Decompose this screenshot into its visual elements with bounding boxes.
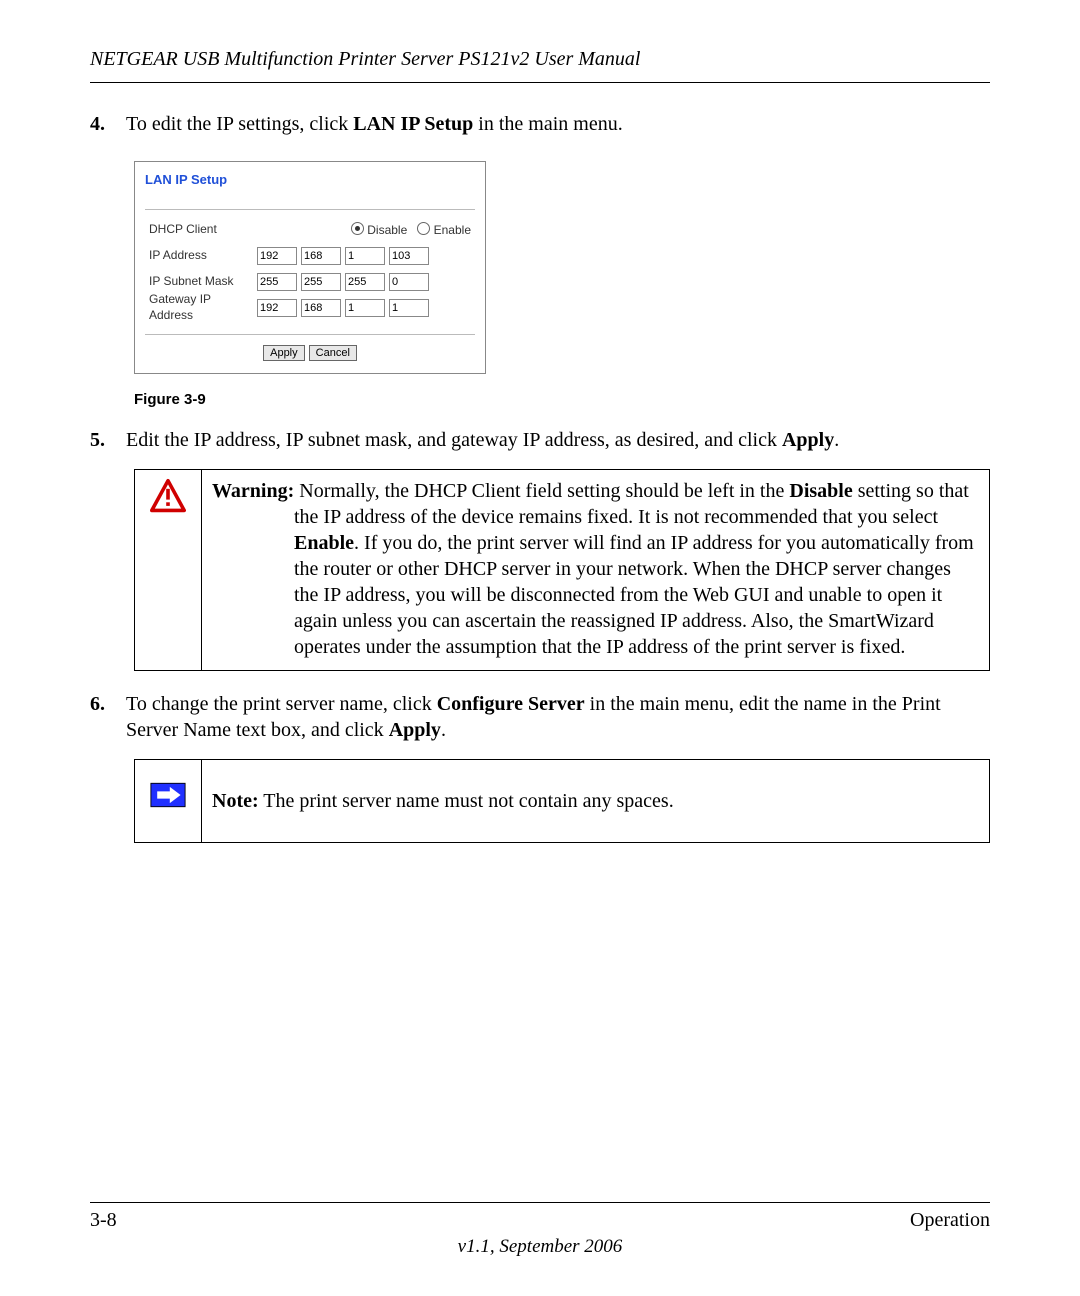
dhcp-enable-option[interactable]: Enable xyxy=(417,221,471,239)
text: . If you do, the print server will find … xyxy=(294,532,974,658)
step-4: 4. To edit the IP settings, click LAN IP… xyxy=(90,111,990,137)
bold-term: Apply xyxy=(389,719,441,741)
steps-list-2: 5. Edit the IP address, IP subnet mask, … xyxy=(90,427,990,453)
ip-address-label: IP Address xyxy=(149,248,257,264)
text: Normally, the DHCP Client field setting … xyxy=(294,480,789,502)
radio-unchecked-icon xyxy=(417,222,430,235)
gateway-fields xyxy=(257,299,429,317)
page-header: NETGEAR USB Multifunction Printer Server… xyxy=(90,46,990,83)
warning-label: Warning: xyxy=(212,480,294,502)
steps-list-3: 6. To change the print server name, clic… xyxy=(90,691,990,743)
step-6: 6. To change the print server name, clic… xyxy=(90,691,990,743)
mask-octet-2[interactable] xyxy=(301,273,341,291)
warning-icon xyxy=(150,478,186,514)
note-callout: Note: The print server name must not con… xyxy=(134,759,990,843)
note-text: Note: The print server name must not con… xyxy=(202,760,989,842)
step-text: To edit the IP settings, click LAN IP Se… xyxy=(126,111,990,137)
figure-caption: Figure 3-9 xyxy=(134,390,990,410)
subnet-label: IP Subnet Mask xyxy=(149,274,257,290)
footer-row: 3-8 Operation xyxy=(90,1207,990,1233)
step-number: 4. xyxy=(90,111,126,137)
gateway-label: Gateway IP Address xyxy=(149,292,257,323)
step-text: To change the print server name, click C… xyxy=(126,691,990,743)
gw-octet-4[interactable] xyxy=(389,299,429,317)
warning-callout: Warning: Normally, the DHCP Client field… xyxy=(134,469,990,671)
footer-rule xyxy=(90,1202,990,1203)
radio-checked-icon xyxy=(351,222,364,235)
text: in the main menu. xyxy=(473,113,622,135)
apply-button[interactable]: Apply xyxy=(263,345,305,361)
gw-octet-2[interactable] xyxy=(301,299,341,317)
ip-octet-4[interactable] xyxy=(389,247,429,265)
dhcp-radio-group: Disable Enable xyxy=(257,221,471,239)
step-number: 5. xyxy=(90,427,126,453)
step-text: Edit the IP address, IP subnet mask, and… xyxy=(126,427,990,453)
subnet-row: IP Subnet Mask xyxy=(149,272,471,292)
panel-title: LAN IP Setup xyxy=(145,172,475,189)
bold-term: Apply xyxy=(782,429,834,451)
text: . xyxy=(441,719,446,741)
gw-octet-3[interactable] xyxy=(345,299,385,317)
ip-address-row: IP Address xyxy=(149,246,471,266)
ip-address-fields xyxy=(257,247,429,265)
radio-label: Enable xyxy=(434,223,471,237)
subnet-fields xyxy=(257,273,429,291)
text: . xyxy=(834,429,839,451)
ip-octet-3[interactable] xyxy=(345,247,385,265)
cancel-button[interactable]: Cancel xyxy=(309,345,357,361)
dhcp-label: DHCP Client xyxy=(149,222,257,238)
dhcp-disable-option[interactable]: Disable xyxy=(351,221,407,239)
panel-buttons: Apply Cancel xyxy=(145,345,475,361)
arrow-note-icon xyxy=(150,782,186,808)
step-5: 5. Edit the IP address, IP subnet mask, … xyxy=(90,427,990,453)
mask-octet-3[interactable] xyxy=(345,273,385,291)
lan-ip-setup-panel: LAN IP Setup DHCP Client Disable Enable … xyxy=(134,161,486,374)
bold-term: Disable xyxy=(789,480,852,502)
ip-octet-1[interactable] xyxy=(257,247,297,265)
bold-term: Enable xyxy=(294,532,354,554)
text: To change the print server name, click xyxy=(126,693,437,715)
steps-list: 4. To edit the IP settings, click LAN IP… xyxy=(90,111,990,137)
version-date: v1.1, September 2006 xyxy=(90,1235,990,1260)
chapter-name: Operation xyxy=(910,1207,990,1233)
text: To edit the IP settings, click xyxy=(126,113,353,135)
note-icon-cell xyxy=(135,760,202,842)
figure-lan-ip-setup: LAN IP Setup DHCP Client Disable Enable … xyxy=(134,161,990,374)
page-footer: 3-8 Operation v1.1, September 2006 xyxy=(90,1202,990,1260)
step-number: 6. xyxy=(90,691,126,743)
bold-term: Configure Server xyxy=(437,693,585,715)
mask-octet-1[interactable] xyxy=(257,273,297,291)
manual-page: NETGEAR USB Multifunction Printer Server… xyxy=(0,0,1080,1296)
ip-octet-2[interactable] xyxy=(301,247,341,265)
note-label: Note: xyxy=(212,790,259,812)
mask-octet-4[interactable] xyxy=(389,273,429,291)
gw-octet-1[interactable] xyxy=(257,299,297,317)
text: The print server name must not contain a… xyxy=(259,790,674,812)
radio-label: Disable xyxy=(367,223,407,237)
dhcp-row: DHCP Client Disable Enable xyxy=(149,220,471,240)
gateway-row: Gateway IP Address xyxy=(149,298,471,318)
warning-icon-cell xyxy=(135,470,202,670)
bold-term: LAN IP Setup xyxy=(353,113,473,135)
page-number: 3-8 xyxy=(90,1207,117,1233)
warning-text: Warning: Normally, the DHCP Client field… xyxy=(202,470,989,670)
panel-body: DHCP Client Disable Enable IP Address xyxy=(145,209,475,335)
text: Edit the IP address, IP subnet mask, and… xyxy=(126,429,782,451)
